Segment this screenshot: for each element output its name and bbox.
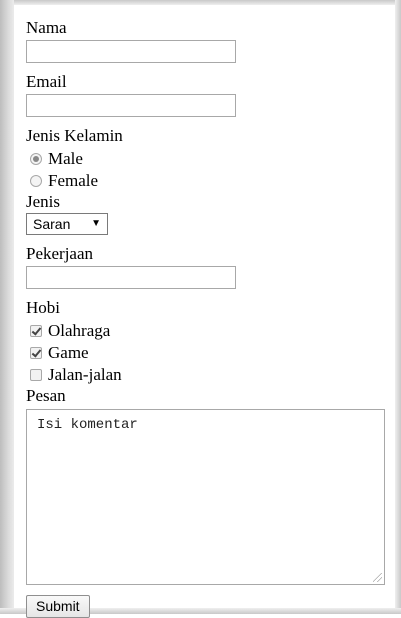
dropdown-arrow-icon: ▼ — [91, 218, 101, 229]
hobi-option-game[interactable]: Game — [26, 342, 389, 364]
pesan-label: Pesan — [26, 386, 66, 405]
radio-female-label: Female — [48, 171, 99, 190]
resize-grip-icon[interactable] — [373, 573, 382, 582]
checkbox-olahraga[interactable] — [30, 325, 42, 337]
hobi-label: Hobi — [26, 298, 60, 317]
checkbox-game[interactable] — [30, 347, 42, 359]
gender-label: Jenis Kelamin — [26, 126, 123, 145]
email-label: Email — [26, 72, 67, 91]
pekerjaan-input[interactable] — [26, 266, 236, 289]
window-frame-left — [0, 0, 14, 614]
nama-input[interactable] — [26, 40, 236, 63]
gender-option-female[interactable]: Female — [26, 170, 389, 192]
contact-form: Nama Email Jenis Kelamin Male Female Jen… — [26, 18, 389, 618]
jenis-select-value: Saran — [33, 216, 71, 232]
pesan-text: Isi komentar — [37, 417, 138, 433]
checkbox-olahraga-label: Olahraga — [48, 321, 111, 340]
radio-male[interactable] — [30, 153, 42, 165]
nama-label: Nama — [26, 18, 67, 37]
window-frame-right — [395, 0, 401, 614]
hobi-option-olahraga[interactable]: Olahraga — [26, 320, 389, 342]
jenis-label: Jenis — [26, 192, 60, 211]
pekerjaan-label: Pekerjaan — [26, 244, 94, 263]
window-frame-top — [0, 0, 401, 5]
gender-option-male[interactable]: Male — [26, 148, 389, 170]
radio-female[interactable] — [30, 175, 42, 187]
radio-male-label: Male — [48, 149, 83, 168]
checkbox-jalan-jalan-label: Jalan-jalan — [48, 365, 122, 384]
checkbox-game-label: Game — [48, 343, 89, 362]
hobi-option-jalan-jalan[interactable]: Jalan-jalan — [26, 364, 389, 386]
jenis-select[interactable]: Saran ▼ — [26, 213, 108, 235]
email-input[interactable] — [26, 94, 236, 117]
pesan-textarea[interactable]: Isi komentar — [26, 409, 385, 585]
checkbox-jalan-jalan[interactable] — [30, 369, 42, 381]
submit-button[interactable]: Submit — [26, 595, 90, 618]
